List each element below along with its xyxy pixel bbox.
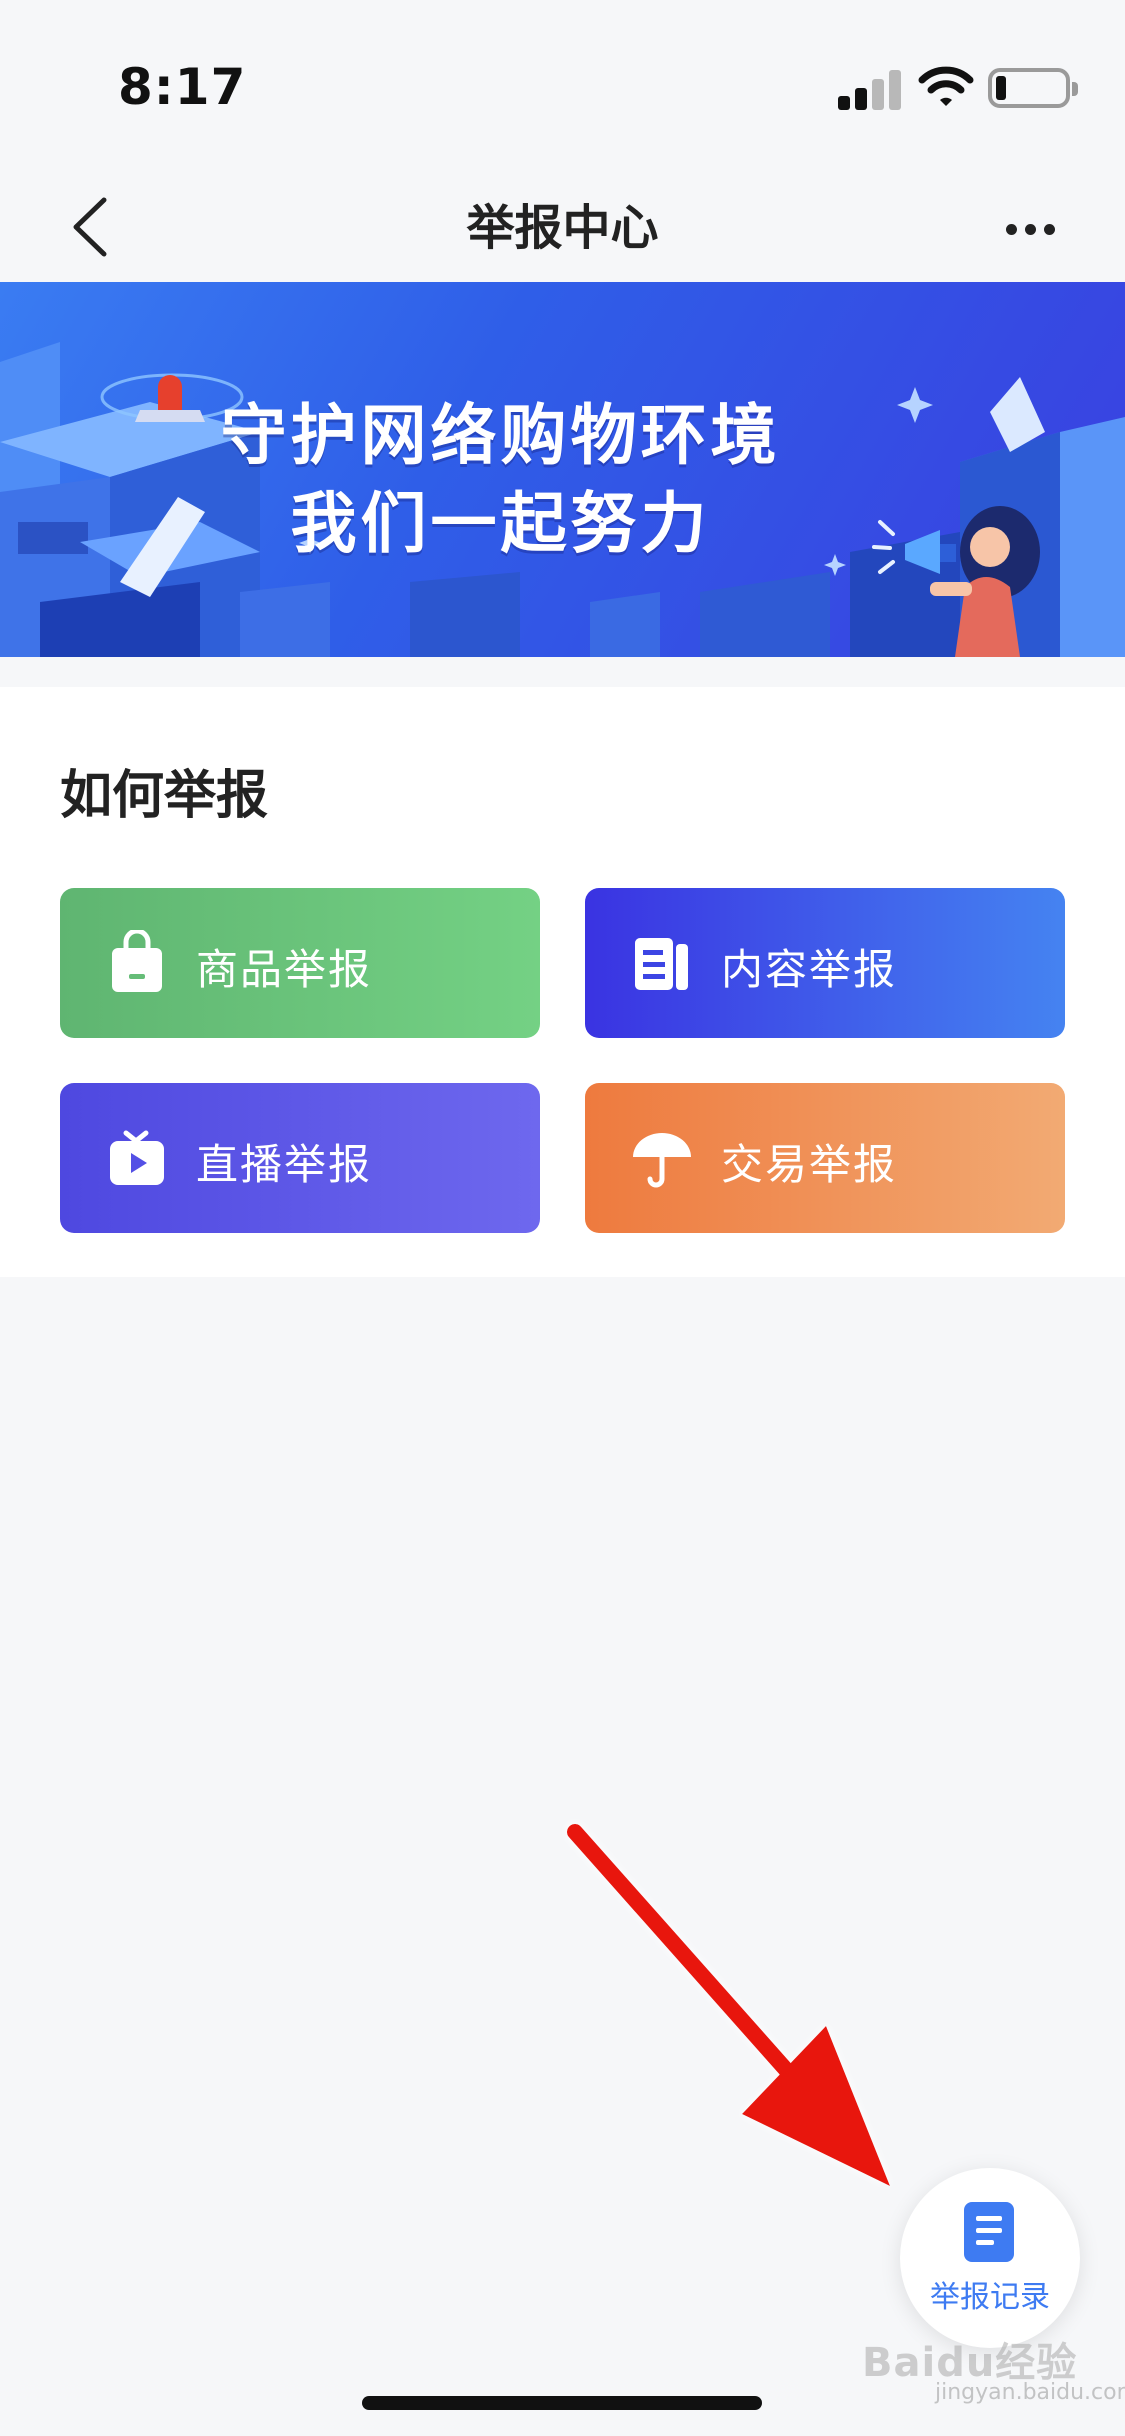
live-report-button[interactable]: 直播举报 — [60, 1083, 540, 1233]
wifi-icon — [918, 66, 974, 106]
goods-report-button[interactable]: 商品举报 — [60, 888, 540, 1038]
shopping-bag-icon — [112, 930, 162, 992]
live-report-label: 直播举报 — [196, 1140, 373, 1189]
report-record-label: 举报记录 — [930, 2280, 1050, 2315]
goods-report-label: 商品举报 — [196, 945, 373, 994]
how-to-report-section: 如何举报 商品举报 内容举报 直播举报 交易举报 — [0, 687, 1125, 1277]
document-icon — [635, 938, 688, 990]
hero-banner: 守护网络购物环境 我们一起努力 — [0, 282, 1125, 657]
content-report-button[interactable]: 内容举报 — [585, 888, 1065, 1038]
status-bar: 8:17 — [0, 0, 1125, 170]
content-report-label: 内容举报 — [721, 945, 898, 994]
screen: 8:17 举报中心 守护网络购物环境 我们一起努力 如何举报 商品举报 内容举报… — [0, 0, 1125, 2436]
battery-icon — [988, 68, 1078, 108]
home-indicator — [362, 2396, 762, 2410]
nav-bar: 举报中心 — [0, 170, 1125, 282]
banner-subheadline: 我们一起努力 — [290, 485, 711, 562]
list-document-icon — [964, 2202, 1014, 2262]
more-menu-icon[interactable] — [990, 192, 1070, 262]
banner-headline: 守护网络购物环境 — [220, 397, 781, 474]
trade-report-button[interactable]: 交易举报 — [585, 1083, 1065, 1233]
umbrella-icon — [633, 1133, 691, 1188]
report-record-button[interactable]: 举报记录 — [900, 2168, 1080, 2348]
status-time: 8:17 — [118, 58, 247, 116]
watermark-url: jingyan.baidu.com — [935, 2380, 1125, 2405]
cellular-signal-icon — [838, 68, 902, 110]
page-title: 举报中心 — [466, 200, 659, 256]
tv-play-icon — [110, 1130, 164, 1185]
trade-report-label: 交易举报 — [721, 1140, 898, 1189]
section-title: 如何举报 — [60, 766, 269, 826]
